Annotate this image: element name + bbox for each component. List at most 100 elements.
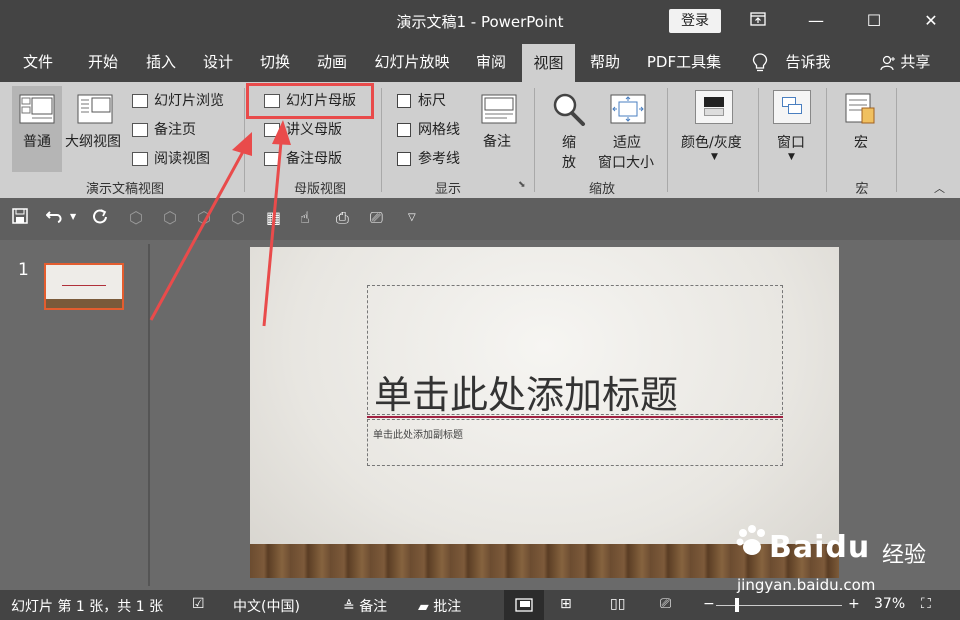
cube-icon-2[interactable]: ⬡ [163, 208, 177, 227]
share-button[interactable]: 共享 [872, 42, 938, 82]
share-label: 共享 [900, 53, 931, 71]
tab-insert[interactable]: 插入 [134, 42, 188, 82]
language-status[interactable]: 中文(中国) [233, 596, 300, 616]
tab-slideshow[interactable]: 幻灯片放映 [366, 42, 458, 82]
watermark-suffix: 经验 [882, 543, 927, 568]
tab-transitions[interactable]: 切换 [248, 42, 302, 82]
slide-sorter-status-icon[interactable]: ⊞ [560, 596, 572, 612]
toolbar-image-icon[interactable]: ▦ [266, 208, 281, 227]
pane-splitter[interactable] [148, 244, 150, 586]
watermark-brand: Baidu [769, 530, 870, 565]
window-button[interactable]: 窗口 ▼ [770, 86, 814, 172]
undo-arrow-icon [45, 211, 62, 223]
notes-button[interactable]: 备注 [478, 86, 520, 172]
handout-master-label: 讲义母版 [286, 122, 342, 138]
spelling-check-icon[interactable]: ☑ [192, 596, 205, 612]
thumbnail-number: 1 [18, 260, 29, 280]
gridlines-checkbox[interactable]: 网格线 [397, 119, 460, 139]
annotation-highlight-box [246, 83, 374, 119]
save-icon[interactable] [12, 208, 28, 228]
tell-me-search[interactable]: 告诉我 [776, 42, 840, 82]
comment-icon: ▰ [418, 599, 434, 615]
macros-button[interactable]: 宏 [840, 86, 884, 172]
undo-dropdown-icon[interactable]: ▼ [70, 212, 76, 221]
outline-view-button[interactable]: 大纲视图 [64, 86, 126, 172]
lightbulb-icon[interactable] [749, 42, 771, 82]
handout-master-button[interactable]: 讲义母版 [264, 119, 342, 139]
cube-icon-3[interactable]: ⬡ [197, 208, 211, 227]
repeat-icon[interactable] [92, 208, 108, 228]
notes-master-icon [264, 152, 280, 166]
gridlines-label: 网格线 [418, 122, 460, 138]
person-add-icon [879, 55, 895, 70]
notes-page-button[interactable]: 备注页 [132, 119, 196, 139]
color-grayscale-icon [695, 90, 733, 124]
title-underline [367, 416, 783, 418]
tab-view[interactable]: 视图 [522, 44, 575, 82]
tab-review[interactable]: 审阅 [464, 42, 518, 82]
fit-label-line2: 窗口大小 [598, 155, 654, 171]
group-label-show: 显示 [434, 182, 461, 197]
minimize-button[interactable]: — [787, 0, 845, 42]
lightbulb-icon-svg [752, 52, 768, 71]
title-placeholder[interactable]: 单击此处添加标题 [367, 285, 783, 417]
slideshow-status-icon[interactable]: ⎚ [660, 596, 671, 612]
notes-page-label: 备注页 [154, 122, 196, 138]
dropdown-arrow-icon: ▼ [788, 152, 795, 162]
undo-icon[interactable] [45, 208, 64, 228]
tab-help[interactable]: 帮助 [578, 42, 632, 82]
normal-view-button[interactable]: 普通 [12, 86, 62, 172]
close-button[interactable]: ✕ [902, 0, 960, 42]
notes-toggle[interactable]: ≜ 备注 [343, 596, 387, 616]
ribbon-separator [758, 88, 759, 192]
zoom-out-button[interactable]: − [703, 596, 715, 612]
cube-settings-icon[interactable]: ⬡ [231, 208, 245, 227]
baidu-watermark: Baidu 经验 jingyan.baidu.com [735, 515, 935, 605]
powerpoint-window: 演示文稿1 - PowerPoint 登录 — ☐ ✕ 文件 开始 插入 设计 … [0, 0, 960, 620]
slide-sorter-label: 幻灯片浏览 [154, 93, 224, 109]
reading-view-button[interactable]: 阅读视图 [132, 148, 210, 168]
ribbon-separator [667, 88, 668, 192]
normal-view-label: 普通 [23, 134, 51, 150]
floppy-icon [12, 208, 28, 224]
touch-mode-icon[interactable]: ☝ [300, 208, 310, 227]
notes-master-button[interactable]: 备注母版 [264, 148, 342, 168]
tab-file[interactable]: 文件 [10, 42, 66, 82]
customize-toolbar-icon[interactable]: ▽ [408, 212, 416, 223]
group-label-macros: 宏 [855, 182, 869, 197]
fit-to-window-button[interactable]: 适应 窗口大小 [596, 86, 660, 172]
collapse-ribbon-icon[interactable]: ︿ [934, 180, 945, 196]
ribbon-separator [896, 88, 897, 192]
ribbon-view: 普通 大纲视图 幻灯片浏览 备注页 阅读视图 演示文稿视图 幻灯片母版 讲义母版… [0, 82, 960, 198]
watermark-url: jingyan.baidu.com [737, 576, 876, 594]
color-grayscale-button[interactable]: 颜色/灰度 ▼ [678, 86, 750, 172]
slide-count-status[interactable]: 幻灯片 第 1 张，共 1 张 [11, 596, 163, 616]
zoom-button[interactable]: 缩 放 [546, 86, 592, 172]
notes-master-label: 备注母版 [286, 151, 342, 167]
tab-home[interactable]: 开始 [76, 42, 130, 82]
reading-view-status-icon[interactable]: ▯▯ [610, 596, 625, 612]
normal-view-status-button[interactable] [504, 590, 544, 620]
login-button[interactable]: 登录 [669, 9, 721, 33]
slide-sorter-button[interactable]: 幻灯片浏览 [132, 90, 224, 110]
slide-thumbnail[interactable] [44, 263, 124, 310]
comments-toggle[interactable]: ▰ 批注 [418, 596, 461, 616]
ribbon-separator [381, 88, 382, 192]
maximize-button[interactable]: ☐ [845, 0, 903, 42]
subtitle-placeholder[interactable]: 单击此处添加副标题 [367, 419, 783, 466]
normal-view-status-icon [515, 598, 533, 612]
cube-icon-1[interactable]: ⬡ [129, 208, 143, 227]
zoom-label-line2: 放 [562, 155, 576, 171]
print-icon[interactable]: ⎙ [336, 208, 349, 228]
guides-checkbox[interactable]: 参考线 [397, 148, 460, 168]
show-dialog-launcher-icon[interactable]: ⬊ [518, 180, 526, 190]
ruler-checkbox[interactable]: 标尺 [397, 90, 446, 110]
ribbon-display-options-icon[interactable] [729, 0, 787, 42]
tab-design[interactable]: 设计 [191, 42, 245, 82]
slide-thumbnail-pane: 1 [0, 240, 150, 590]
tab-pdf-tools[interactable]: PDF工具集 [640, 42, 728, 82]
tab-animations[interactable]: 动画 [305, 42, 359, 82]
presentation-icon[interactable]: ⎚ [370, 208, 383, 228]
window-label: 窗口 [777, 135, 805, 151]
ribbon-separator [534, 88, 535, 192]
